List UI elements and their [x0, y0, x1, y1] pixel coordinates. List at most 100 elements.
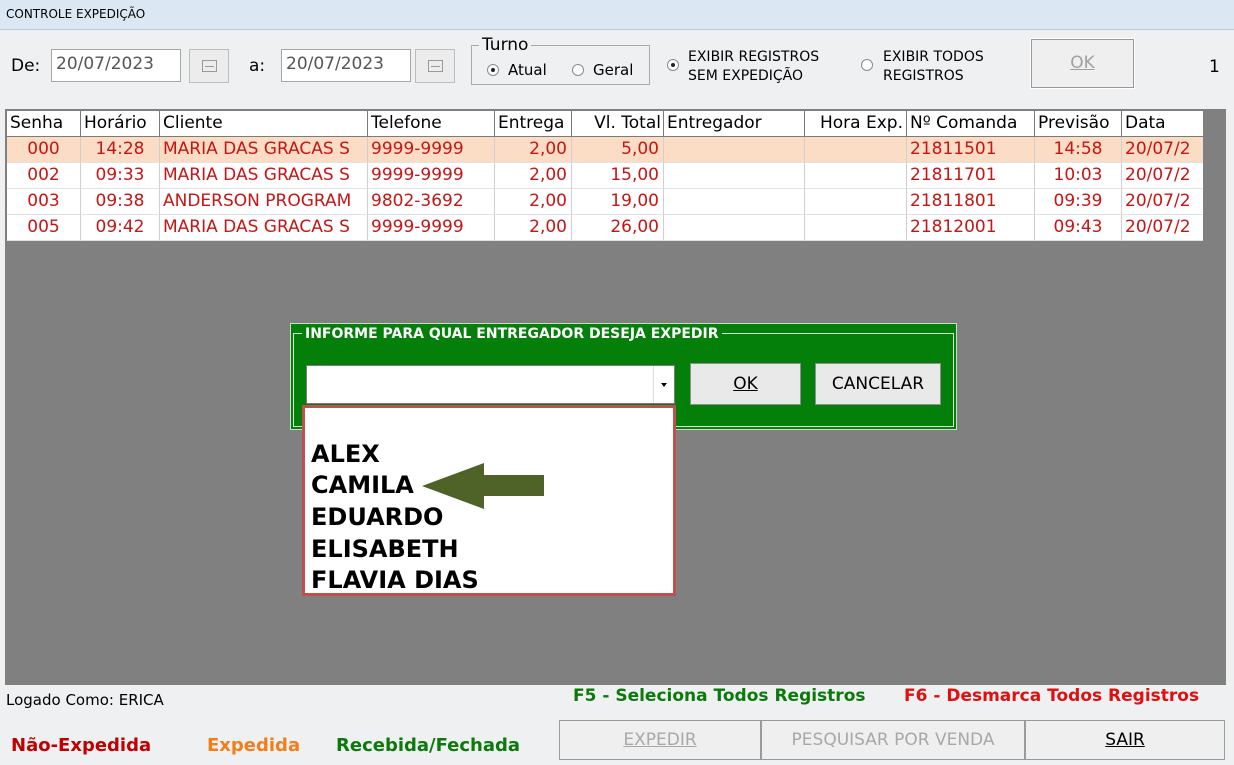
col-previsao[interactable]: Previsão: [1035, 111, 1122, 137]
ok-filter-button[interactable]: OK: [1030, 38, 1135, 89]
cell-entrega: 2,00: [495, 163, 572, 189]
cell-horario: 14:28: [81, 137, 160, 163]
from-date-input[interactable]: 20/07/2023: [51, 49, 181, 82]
cell-vl-total: 26,00: [572, 215, 664, 241]
dialog-cancel-button[interactable]: CANCELAR: [815, 363, 941, 405]
cell-hora-exp: [805, 215, 907, 241]
cell-cliente: MARIA DAS GRACAS S: [160, 137, 368, 163]
cell-previsao: 09:43: [1035, 215, 1122, 241]
title-bar: CONTROLE EXPEDIÇÃO: [0, 0, 1234, 30]
cell-horario: 09:33: [81, 163, 160, 189]
col-entrega[interactable]: Entrega: [495, 111, 572, 137]
legend-recebida-fechada: Recebida/Fechada: [336, 735, 521, 756]
exibir-sem-radio[interactable]: [667, 59, 679, 71]
turno-geral-label[interactable]: Geral: [593, 61, 633, 80]
col-hora-exp[interactable]: Hora Exp.: [805, 111, 907, 137]
cell-data: 20/07/2: [1122, 163, 1203, 189]
cell-entregador: [664, 137, 805, 163]
turno-title: Turno: [479, 35, 532, 55]
col-entregador[interactable]: Entregador: [664, 111, 805, 137]
cell-vl-total: 15,00: [572, 163, 664, 189]
cell-previsao: 14:58: [1035, 137, 1122, 163]
expedir-button[interactable]: EXPEDIR: [559, 720, 761, 760]
col-senha[interactable]: Senha: [7, 111, 81, 137]
col-num-comanda[interactable]: Nº Comanda: [907, 111, 1035, 137]
cell-num-comanda: 21811701: [907, 163, 1035, 189]
from-calendar-button[interactable]: [189, 49, 229, 83]
cell-telefone: 9999-9999: [368, 215, 495, 241]
cell-senha: 003: [7, 189, 81, 215]
cell-hora-exp: [805, 163, 907, 189]
cell-senha: 002: [7, 163, 81, 189]
turno-atual-radio[interactable]: [487, 64, 499, 76]
calendar-icon: [202, 60, 217, 72]
cell-num-comanda: 21811501: [907, 137, 1035, 163]
dropdown-option-alex[interactable]: ALEX: [311, 440, 380, 468]
cell-data: 20/07/2: [1122, 137, 1203, 163]
cell-vl-total: 19,00: [572, 189, 664, 215]
cell-entrega: 2,00: [495, 137, 572, 163]
legend-nao-expedida: Não-Expedida: [11, 735, 152, 756]
pesquisar-por-venda-button[interactable]: PESQUISAR POR VENDA: [761, 720, 1025, 760]
col-vl-total[interactable]: Vl. Total: [572, 111, 664, 137]
cell-data: 20/07/2: [1122, 189, 1203, 215]
from-label: De:: [11, 56, 41, 76]
cell-previsao: 10:03: [1035, 163, 1122, 189]
cell-telefone: 9802-3692: [368, 189, 495, 215]
dropdown-option-camila[interactable]: CAMILA: [311, 471, 414, 499]
entregador-combo[interactable]: [306, 365, 675, 404]
record-count: 1: [1209, 57, 1220, 77]
cell-num-comanda: 21812001: [907, 215, 1035, 241]
cell-hora-exp: [805, 137, 907, 163]
cell-horario: 09:42: [81, 215, 160, 241]
cell-cliente: MARIA DAS GRACAS S: [160, 163, 368, 189]
f5-hint: F5 - Seleciona Todos Registros: [573, 686, 866, 706]
cell-entregador: [664, 189, 805, 215]
dropdown-option-flavia-dias[interactable]: FLAVIA DIAS: [311, 566, 479, 594]
cell-telefone: 9999-9999: [368, 163, 495, 189]
table-row[interactable]: 000 14:28 MARIA DAS GRACAS S 9999-9999 2…: [7, 137, 1203, 163]
cell-vl-total: 5,00: [572, 137, 664, 163]
cell-entrega: 2,00: [495, 189, 572, 215]
turno-geral-radio[interactable]: [572, 64, 584, 76]
cell-cliente: ANDERSON PROGRAM: [160, 189, 368, 215]
to-label: a:: [249, 56, 266, 76]
calendar-icon: [428, 60, 443, 72]
sair-button[interactable]: SAIR: [1025, 720, 1225, 760]
turno-atual-label[interactable]: Atual: [508, 61, 547, 80]
to-date-input[interactable]: 20/07/2023: [281, 49, 411, 82]
col-data[interactable]: Data: [1122, 111, 1203, 137]
window-title: CONTROLE EXPEDIÇÃO: [6, 7, 146, 21]
cell-senha: 000: [7, 137, 81, 163]
cell-hora-exp: [805, 189, 907, 215]
cell-entregador: [664, 163, 805, 189]
cell-telefone: 9999-9999: [368, 137, 495, 163]
table-header: Senha Horário Cliente Telefone Entrega V…: [7, 111, 1203, 137]
cell-num-comanda: 21811801: [907, 189, 1035, 215]
dropdown-option-elisabeth[interactable]: ELISABETH: [311, 535, 459, 563]
dialog-title: INFORME PARA QUAL ENTREGADOR DESEJA EXPE…: [302, 326, 722, 342]
cell-entregador: [664, 215, 805, 241]
dialog-ok-button[interactable]: OK: [690, 363, 801, 405]
cell-cliente: MARIA DAS GRACAS S: [160, 215, 368, 241]
exibir-todos-radio[interactable]: [861, 59, 873, 71]
exibir-sem-label[interactable]: EXIBIR REGISTROS SEM EXPEDIÇÃO: [688, 48, 819, 86]
table-row[interactable]: 003 09:38 ANDERSON PROGRAM 9802-3692 2,0…: [7, 189, 1203, 215]
f6-hint: F6 - Desmarca Todos Registros: [904, 686, 1200, 706]
col-horario[interactable]: Horário: [81, 111, 160, 137]
cell-previsao: 09:39: [1035, 189, 1122, 215]
cell-senha: 005: [7, 215, 81, 241]
table-row[interactable]: 005 09:42 MARIA DAS GRACAS S 9999-9999 2…: [7, 215, 1203, 241]
col-cliente[interactable]: Cliente: [160, 111, 368, 137]
legend-expedida: Expedida: [207, 735, 301, 756]
cell-entrega: 2,00: [495, 215, 572, 241]
dropdown-arrow-icon[interactable]: [653, 366, 674, 403]
to-calendar-button[interactable]: [415, 49, 455, 83]
logged-as-label: Logado Como: ERICA: [6, 691, 164, 709]
col-telefone[interactable]: Telefone: [368, 111, 495, 137]
table-row[interactable]: 002 09:33 MARIA DAS GRACAS S 9999-9999 2…: [7, 163, 1203, 189]
exibir-todos-label[interactable]: EXIBIR TODOS REGISTROS: [883, 48, 984, 86]
cell-horario: 09:38: [81, 189, 160, 215]
cell-data: 20/07/2: [1122, 215, 1203, 241]
pointer-arrow-icon: [422, 463, 544, 509]
